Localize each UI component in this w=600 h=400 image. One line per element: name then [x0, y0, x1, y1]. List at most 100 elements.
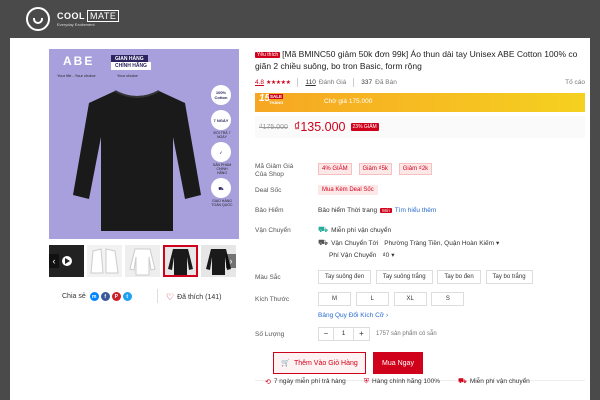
authentic-icon: ✓ — [211, 142, 231, 162]
rating-value[interactable]: 4.8 — [255, 79, 264, 86]
color-option[interactable]: Tay bo đen — [437, 270, 481, 284]
official-badge-bottom: CHÍNH HÃNG — [111, 62, 151, 70]
flash-sale-day: THÁNG — [269, 100, 284, 105]
thumbnail-black-shirt-2[interactable]: › — [201, 245, 236, 277]
thumbnail-white-shirts[interactable] — [87, 245, 122, 277]
heart-icon: ♡ — [166, 292, 175, 302]
chevron-right-icon[interactable]: › — [226, 254, 236, 268]
size-option[interactable]: M — [318, 292, 351, 306]
favorite-tag: Yêu thích — [255, 52, 281, 58]
thumbnail-strip: ‹ › — [49, 245, 239, 277]
smile-logo-icon — [26, 7, 50, 31]
shield-icon: ⛨ — [363, 377, 370, 385]
authentic-label: SẢN PHẨM CHÍNH HÃNG — [212, 163, 232, 175]
color-label: Màu Sắc — [255, 274, 281, 281]
sold-label: Đã Bán — [375, 79, 397, 86]
chevron-left-icon[interactable]: ‹ — [49, 254, 59, 268]
discount-badge: 23% GIẢM — [350, 123, 379, 131]
guarantee-returns: ⟲ 7 ngày miễn phí trả hàng — [265, 378, 346, 386]
add-to-cart-button[interactable]: 🛒 Thêm Vào Giỏ Hàng — [273, 352, 366, 374]
twitter-icon[interactable]: t — [122, 292, 132, 301]
cotton-icon: 100% Cotton — [211, 85, 231, 105]
cart-icon: 🛒 — [281, 360, 290, 367]
shirt-thumbnail-icon — [90, 248, 119, 274]
insurance-text: Bảo hiểm Thời trang — [318, 207, 378, 214]
deal-chip[interactable]: Mua Kèm Deal Sốc — [318, 185, 378, 195]
brand-name: COOL — [57, 11, 85, 21]
quantity-stepper: − 1 + — [318, 327, 370, 341]
voucher-label: Mã Giảm Giá Của Shop — [255, 163, 294, 178]
color-options: Tay suông đen Tay suông trắng Tay bo đen… — [318, 270, 536, 284]
flash-sale-banner: 15 SALE THÁNG Chờ giá 175.000 — [255, 93, 585, 112]
size-option[interactable]: S — [431, 292, 465, 306]
messenger-icon[interactable]: m — [89, 292, 99, 301]
free-shipping-text: Miễn phí vận chuyển — [331, 226, 392, 234]
voucher-list: 4% GIẢM Giảm ₫5k Giảm ₫2k — [318, 163, 437, 175]
quantity-minus-button[interactable]: − — [319, 328, 334, 340]
insurance-label: Bảo Hiểm — [255, 207, 284, 214]
ship-fee-label: Phí Vận Chuyển — [329, 251, 377, 259]
quantity-plus-button[interactable]: + — [354, 328, 369, 340]
flash-sale-badge: 15 SALE THÁNG — [259, 91, 283, 113]
free-shipping-icon: ⛟ — [318, 225, 329, 234]
slogan-left: Your life - Your choice — [57, 73, 96, 78]
color-option[interactable]: Tay suông trắng — [375, 270, 433, 284]
deal-label: Deal Sốc — [255, 187, 282, 194]
divider — [157, 289, 158, 303]
shirt-thumbnail-icon — [129, 248, 156, 276]
ship-to-address[interactable]: Phường Tràng Tiền, Quận Hoàn Kiếm — [384, 240, 494, 247]
review-label: Đánh Giá — [318, 79, 347, 86]
feature-icons: 100% Cotton 7 NGÀY ĐỔI TRẢ 7 NGÀY ✓ SẢN … — [211, 85, 233, 210]
quantity-input[interactable]: 1 — [334, 328, 354, 340]
size-option[interactable]: XL — [393, 292, 427, 306]
truck-icon: ⛟ — [458, 378, 467, 385]
original-price: ₫175.000 — [259, 123, 288, 131]
report-link[interactable]: Tố cáo — [565, 79, 585, 86]
product-info: Yêu thích [Mã BMINC50 giảm 50k đơn 99k] Á… — [255, 49, 585, 381]
buy-now-button[interactable]: Mua Ngay — [373, 352, 423, 374]
guarantee-authentic: ⛨ Hàng chính hãng 100% — [363, 377, 440, 386]
return-icon: ⟲ — [265, 378, 271, 386]
top-bar: COOL MATE Everyday Excitement — [0, 0, 600, 38]
new-badge: Mới — [380, 208, 392, 213]
voucher-chip[interactable]: Giảm ₫2k — [398, 163, 433, 175]
product-main-image[interactable]: ABE GIAN HÀNG CHÍNH HÃNG Your life - You… — [49, 49, 239, 239]
stock-count: 1757 sản phẩm có sẵn — [376, 331, 437, 337]
learn-more-link[interactable]: Tìm hiểu thêm — [395, 207, 437, 214]
voucher-chip[interactable]: Giảm ₫5k — [358, 163, 392, 175]
chevron-down-icon[interactable]: ▾ — [391, 251, 394, 259]
size-label: Kích Thước — [255, 296, 290, 303]
product-stats: 4.8 ★★★★★ 110 Đánh Giá 337 Đã Bán Tố cáo — [255, 78, 585, 87]
price-row: ₫175.000 ₫135.000 23% GIẢM — [255, 116, 585, 138]
shipping-label: Vận Chuyển — [255, 227, 291, 234]
thumbnail-black-shirt[interactable] — [163, 245, 198, 277]
flash-sale-label: SALE — [269, 94, 284, 99]
return-icon: 7 NGÀY — [211, 110, 231, 130]
thumbnail-video[interactable]: ‹ — [49, 245, 84, 277]
delivery-label: GIAO HÀNG TOÀN QUỐC — [211, 199, 233, 207]
product-card: ABE GIAN HÀNG CHÍNH HÃNG Your life - You… — [10, 38, 590, 400]
chevron-right-icon[interactable]: › — [386, 312, 388, 319]
guarantee-free-ship: ⛟ Miễn phí vận chuyển — [458, 378, 530, 385]
size-guide-link[interactable]: Bảng Quy Đổi Kích Cỡ — [318, 312, 384, 319]
facebook-icon[interactable]: f — [100, 292, 110, 301]
brand-logo[interactable]: COOL MATE Everyday Excitement — [26, 7, 120, 31]
delivery-icon: ⛟ — [211, 178, 231, 198]
pinterest-icon[interactable]: P — [111, 292, 121, 301]
star-rating-icon: ★★★★★ — [266, 80, 291, 86]
like-button[interactable]: ♡ Đã thích (141) — [166, 292, 221, 303]
sold-count: 337 — [361, 79, 373, 86]
voucher-chip[interactable]: 4% GIẢM — [318, 163, 352, 175]
guarantee-row: ⟲ 7 ngày miễn phí trả hàng ⛨ Hàng chính hã… — [265, 377, 585, 386]
quantity-label: Số Lượng — [255, 331, 285, 338]
size-options: M L XL S — [318, 292, 467, 306]
flash-sale-text: Chờ giá 175.000 — [324, 98, 373, 105]
size-option[interactable]: L — [355, 292, 389, 306]
brand-tagline: Everyday Excitement — [57, 22, 95, 27]
color-option[interactable]: Tay bo trắng — [485, 270, 533, 284]
truck-icon: ⛟ — [318, 238, 329, 247]
review-count[interactable]: 110 — [305, 79, 315, 86]
chevron-down-icon[interactable]: ▾ — [496, 239, 499, 247]
thumbnail-white-shirt[interactable] — [125, 245, 160, 277]
color-option[interactable]: Tay suông đen — [318, 270, 372, 284]
